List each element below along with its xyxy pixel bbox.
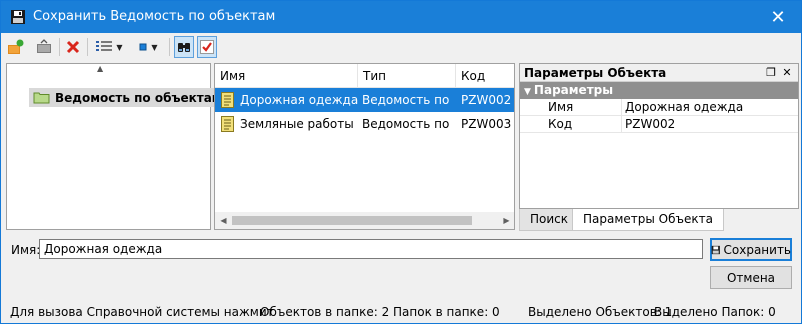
- open-object-icon: [8, 39, 24, 54]
- chevron-down-icon: ▼: [151, 42, 158, 52]
- status-bar: Для вызова Справочной системы нажмит Объ…: [1, 301, 801, 323]
- property-row[interactable]: Имя Дорожная одежда: [520, 99, 798, 116]
- object-list[interactable]: Имя Тип Код Дорожная одежда Ведомость по…: [214, 63, 515, 230]
- scroll-right-icon[interactable]: ▶: [498, 212, 514, 229]
- tab-search[interactable]: Поиск: [519, 209, 580, 231]
- list-row[interactable]: Земляные работы Ведомость по ... PZW003: [215, 112, 514, 136]
- check-icon: [200, 40, 214, 54]
- window-title: Сохранить Ведомость по объектам: [33, 9, 276, 24]
- binoculars-icon: [178, 43, 190, 52]
- properties-caption: Параметры Объекта ❐ ✕: [520, 64, 798, 82]
- sort-ascending-icon: ▲: [97, 64, 104, 73]
- property-value: Дорожная одежда: [625, 100, 744, 114]
- row-type: Ведомость по ...: [362, 93, 454, 107]
- tree-node-label: Ведомость по объектам: [55, 90, 222, 105]
- save-button[interactable]: Сохранить: [710, 238, 792, 261]
- toolbar-separator: [169, 38, 170, 56]
- status-objects-count: Объектов в папке: 2: [260, 305, 390, 319]
- go-up-folder-icon: [37, 39, 51, 53]
- properties-panel: Параметры Объекта ❐ ✕ ▼ Параметры Имя Дор…: [519, 63, 799, 209]
- check-button[interactable]: [197, 36, 217, 58]
- column-header-name[interactable]: Имя: [215, 64, 358, 88]
- row-type: Ведомость по ...: [362, 117, 454, 131]
- panel-tabs: Поиск Параметры Объекта: [519, 209, 799, 231]
- status-selected-folders: Выделено Папок: 0: [654, 305, 776, 319]
- floppy-disk-icon: [711, 245, 720, 254]
- folder-icon: [33, 92, 50, 104]
- column-header-type[interactable]: Тип: [358, 64, 456, 88]
- close-panel-icon[interactable]: ✕: [780, 66, 794, 80]
- property-key: Имя: [538, 99, 622, 116]
- row-code: PZW002: [461, 93, 512, 107]
- small-icons-view-icon: [139, 43, 147, 51]
- icon-size-button[interactable]: ▼: [133, 36, 163, 58]
- row-name: Дорожная одежда: [240, 93, 358, 107]
- toolbar: ▼ ▼: [1, 33, 801, 60]
- column-header-code[interactable]: Код: [456, 64, 514, 88]
- title-bar: Сохранить Ведомость по объектам ✕: [1, 1, 801, 33]
- delete-button[interactable]: [63, 36, 83, 58]
- cancel-button[interactable]: Отмена: [710, 266, 792, 289]
- toolbar-separator: [59, 38, 60, 56]
- document-icon: [221, 92, 234, 108]
- toolbar-separator: [87, 38, 88, 56]
- property-key: Код: [538, 116, 622, 133]
- property-group[interactable]: ▼ Параметры: [520, 82, 798, 99]
- delete-icon: [66, 40, 80, 54]
- name-field[interactable]: Дорожная одежда: [39, 239, 703, 259]
- property-row[interactable]: Код PZW002: [520, 116, 798, 133]
- save-dialog: Сохранить Ведомость по объектам ✕ ▼ ▼ ▲ …: [0, 0, 802, 324]
- folder-tree[interactable]: ▲ Ведомость по объектам: [6, 63, 226, 230]
- find-button[interactable]: [174, 36, 194, 58]
- list-header: Имя Тип Код: [215, 64, 514, 88]
- document-icon: [221, 116, 234, 132]
- tab-object-parameters[interactable]: Параметры Объекта: [572, 209, 724, 231]
- chevron-down-icon: ▼: [116, 42, 123, 52]
- tree-node-statement[interactable]: Ведомость по объектам: [29, 88, 226, 107]
- name-label: Имя:: [11, 243, 41, 257]
- collapse-icon: ▼: [524, 87, 531, 97]
- open-object-button[interactable]: [6, 36, 26, 58]
- close-button[interactable]: ✕: [755, 1, 801, 33]
- row-code: PZW003: [461, 117, 512, 131]
- view-mode-icon: [96, 41, 113, 51]
- list-row[interactable]: Дорожная одежда Ведомость по ... PZW002: [215, 88, 514, 112]
- float-panel-icon[interactable]: ❐: [764, 66, 778, 80]
- scroll-left-icon[interactable]: ◀: [215, 212, 232, 229]
- status-folders-count: Папок в папке: 0: [393, 305, 500, 319]
- property-value: PZW002: [625, 117, 676, 131]
- row-name: Земляные работы: [240, 117, 354, 131]
- go-up-button[interactable]: [33, 36, 55, 58]
- floppy-disk-icon: [11, 10, 25, 24]
- view-mode-button[interactable]: ▼: [92, 36, 126, 58]
- horizontal-scrollbar[interactable]: ◀ ▶: [215, 212, 514, 229]
- status-selected-objects: Выделено Объектов: 1: [528, 305, 673, 319]
- status-help: Для вызова Справочной системы нажмит: [10, 305, 274, 319]
- scrollbar-thumb[interactable]: [232, 216, 472, 225]
